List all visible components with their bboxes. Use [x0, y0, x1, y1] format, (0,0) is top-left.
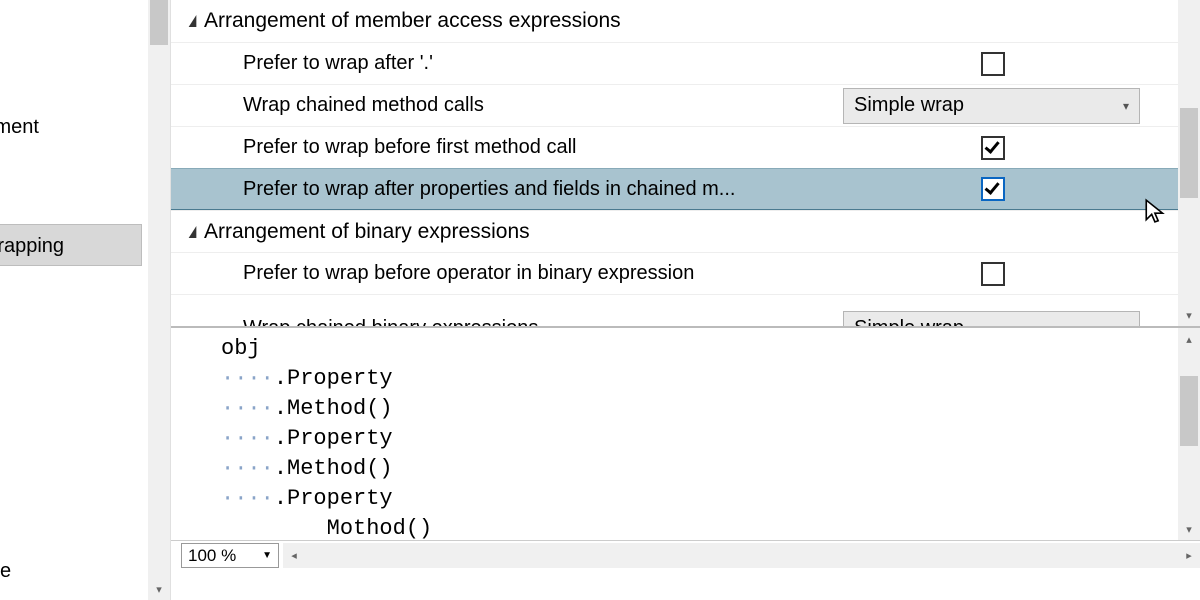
code-line: .Property	[274, 486, 393, 511]
combo-wrap-binary[interactable]: Simple wrap ▾	[843, 311, 1140, 327]
chevron-down-icon: ▾	[1123, 322, 1129, 327]
sidebar-item-alignment[interactable]: Alignment	[0, 106, 142, 148]
sidebar-item-orts[interactable]: orts	[0, 386, 142, 428]
indent-dots: ····	[221, 426, 274, 451]
option-wrap-chained-binary[interactable]: Wrap chained binary expressions Simple w…	[171, 294, 1178, 326]
checkbox[interactable]	[981, 136, 1005, 160]
sidebar-item-style[interactable]: g Style	[0, 550, 142, 592]
zoom-combo[interactable]: 100 % ▼	[181, 543, 279, 568]
sidebar-item-label: g Style	[0, 560, 11, 582]
section-binary-expressions[interactable]: Arrangement of binary expressions	[171, 210, 1178, 252]
option-label: Wrap chained method calls	[243, 94, 843, 117]
checkbox[interactable]	[981, 262, 1005, 286]
option-label: Prefer to wrap after '.'	[243, 52, 843, 75]
code-line: .Method()	[274, 456, 393, 481]
sidebar-item-wrapping[interactable]: nd Wrapping	[0, 224, 142, 266]
scrollbar-thumb[interactable]	[1180, 108, 1198, 198]
option-wrap-chained-calls[interactable]: Wrap chained method calls Simple wrap ▾	[171, 84, 1178, 126]
preview-hscrollbar[interactable]: ◂ ▸	[283, 543, 1200, 568]
sidebar-item-label: Alignment	[0, 116, 39, 138]
sidebar-scrollbar[interactable]: ▾	[148, 0, 170, 600]
scroll-up-icon[interactable]: ▴	[1178, 328, 1200, 350]
combo-wrap-chained[interactable]: Simple wrap ▾	[843, 88, 1140, 124]
options-grid: Arrangement of member access expressions…	[171, 0, 1178, 326]
scroll-right-icon[interactable]: ▸	[1178, 543, 1200, 568]
checkbox[interactable]	[981, 52, 1005, 76]
option-wrap-after-dot[interactable]: Prefer to wrap after '.'	[171, 42, 1178, 84]
indent-dots: ····	[221, 366, 274, 391]
expand-icon	[189, 15, 197, 27]
chevron-down-icon: ▾	[1123, 99, 1129, 113]
zoom-value: 100 %	[188, 546, 236, 566]
grid-scrollbar[interactable]: ▾	[1178, 0, 1200, 326]
chevron-down-icon: ▼	[262, 550, 272, 561]
indent-dots: ····	[221, 486, 274, 511]
option-label: Prefer to wrap before operator in binary…	[243, 262, 843, 285]
scroll-down-icon[interactable]: ▾	[148, 578, 170, 600]
scrollbar-thumb[interactable]	[150, 0, 168, 45]
combo-value: Simple wrap	[854, 317, 1123, 326]
section-label: Arrangement of binary expressions	[204, 220, 530, 244]
expand-icon	[189, 226, 197, 238]
indent-dots: ····	[221, 396, 274, 421]
preview-scrollbar[interactable]: ▴ ▾	[1178, 328, 1200, 540]
code-line: .Property	[274, 366, 393, 391]
code-line: Mothod()	[327, 516, 433, 540]
indent-dots: ····	[221, 456, 274, 481]
code-line: .Method()	[274, 396, 393, 421]
scroll-down-icon[interactable]: ▾	[1178, 304, 1200, 326]
scrollbar-thumb[interactable]	[1180, 376, 1198, 446]
sidebar: Alignment nd Wrapping orts g Style ▾	[0, 0, 170, 600]
option-label: Prefer to wrap after properties and fiel…	[243, 178, 843, 201]
footer: 100 % ▼ ◂ ▸	[171, 540, 1200, 570]
option-wrap-after-properties[interactable]: Prefer to wrap after properties and fiel…	[171, 168, 1178, 210]
scroll-left-icon[interactable]: ◂	[283, 543, 305, 568]
option-wrap-before-operator[interactable]: Prefer to wrap before operator in binary…	[171, 252, 1178, 294]
code-preview: obj ····.Property ····.Method() ····.Pro…	[171, 328, 1178, 540]
option-label: Prefer to wrap before first method call	[243, 136, 843, 159]
option-label: Wrap chained binary expressions	[243, 317, 843, 326]
combo-value: Simple wrap	[854, 94, 1123, 117]
code-line: .Property	[274, 426, 393, 451]
section-member-access[interactable]: Arrangement of member access expressions	[171, 0, 1178, 42]
main-panel: Arrangement of member access expressions…	[170, 0, 1200, 600]
checkbox[interactable]	[981, 177, 1005, 201]
sidebar-item-label: nd Wrapping	[0, 235, 64, 257]
code-line: obj	[221, 336, 261, 361]
section-label: Arrangement of member access expressions	[204, 9, 621, 33]
scroll-down-icon[interactable]: ▾	[1178, 518, 1200, 540]
option-wrap-before-first-call[interactable]: Prefer to wrap before first method call	[171, 126, 1178, 168]
